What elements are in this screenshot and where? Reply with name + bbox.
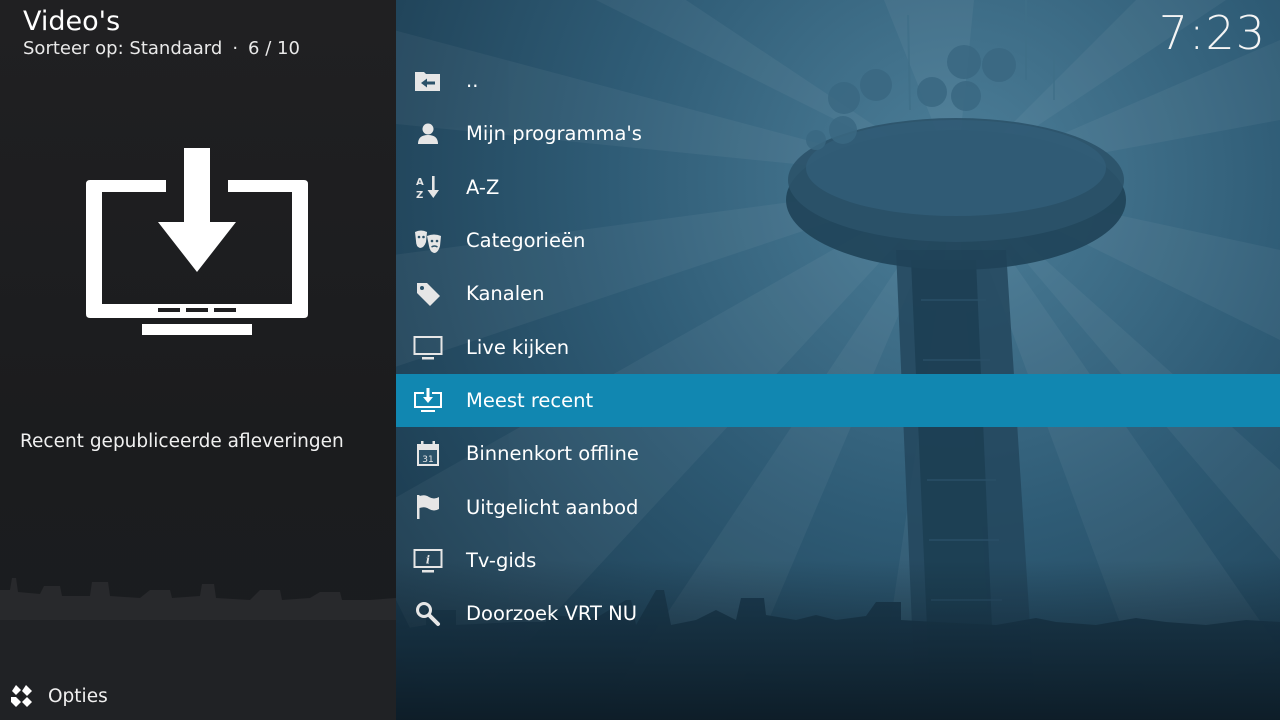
- monitor-download-icon: [413, 385, 443, 415]
- svg-text:i: i: [426, 554, 430, 567]
- user-icon: [413, 119, 443, 149]
- search-icon: [413, 599, 443, 629]
- list-item-label: Uitgelicht aanbod: [466, 495, 639, 519]
- list-item-label: Mijn programma's: [466, 122, 642, 146]
- tv-icon: [413, 332, 443, 362]
- list-item-parent-folder[interactable]: ..: [396, 54, 1280, 107]
- calendar-icon: 31: [413, 439, 443, 469]
- list-item-label: Binnenkort offline: [466, 442, 639, 466]
- options-label: Opties: [48, 685, 108, 707]
- list-item-meest-recent[interactable]: Meest recent: [396, 373, 1280, 428]
- item-description: Recent gepubliceerde afleveringen: [20, 431, 344, 452]
- flag-icon: [413, 492, 443, 522]
- options-button[interactable]: Opties: [8, 682, 108, 710]
- sort-az-icon: AZ: [413, 172, 443, 202]
- separator: ·: [232, 38, 239, 59]
- list-item-tv-gids[interactable]: i Tv-gids: [396, 534, 1280, 587]
- clock: 7:23: [1158, 6, 1266, 60]
- list-item-kanalen[interactable]: Kanalen: [396, 267, 1280, 320]
- tv-info-icon: i: [413, 545, 443, 575]
- list-item-a-z[interactable]: AZ A-Z: [396, 161, 1280, 214]
- svg-text:31: 31: [422, 455, 433, 465]
- list-item-label: Live kijken: [466, 335, 570, 359]
- theater-masks-icon: [413, 226, 443, 256]
- list-item-label: Doorzoek VRT NU: [466, 602, 637, 626]
- list-item-label: Tv-gids: [466, 548, 537, 572]
- info-panel: Video's Sorteer op: Standaard · 6 / 10 Rec…: [0, 0, 396, 720]
- menu-list: .. Mijn programma's AZ A-Z Categorieën K…: [396, 54, 1280, 640]
- list-item-doorzoek-vrt-nu[interactable]: Doorzoek VRT NU: [396, 587, 1280, 640]
- list-item-categorieen[interactable]: Categorieën: [396, 214, 1280, 267]
- sort-label[interactable]: Sorteer op: Standaard: [23, 38, 222, 59]
- list-item-uitgelicht-aanbod[interactable]: Uitgelicht aanbod: [396, 480, 1280, 533]
- svg-text:A: A: [416, 177, 424, 188]
- sort-info: Sorteer op: Standaard · 6 / 10: [23, 37, 300, 61]
- tag-icon: [413, 279, 443, 309]
- item-position: 6 / 10: [248, 38, 300, 59]
- monitor-download-icon: [86, 148, 308, 335]
- list-item-label: A-Z: [466, 175, 500, 199]
- list-item-label: Kanalen: [466, 282, 545, 306]
- list-item-live-kijken[interactable]: Live kijken: [396, 320, 1280, 373]
- svg-text:Z: Z: [416, 190, 423, 201]
- options-icon: [11, 685, 32, 707]
- list-item-label: Categorieën: [466, 229, 586, 253]
- list-item-label: ..: [466, 69, 479, 93]
- list-item-mijn-programmas[interactable]: Mijn programma's: [396, 107, 1280, 160]
- list-item-binnenkort-offline[interactable]: 31 Binnenkort offline: [396, 427, 1280, 480]
- folder-back-icon: [413, 66, 443, 96]
- list-item-label: Meest recent: [466, 388, 594, 412]
- page-title: Video's: [23, 6, 121, 37]
